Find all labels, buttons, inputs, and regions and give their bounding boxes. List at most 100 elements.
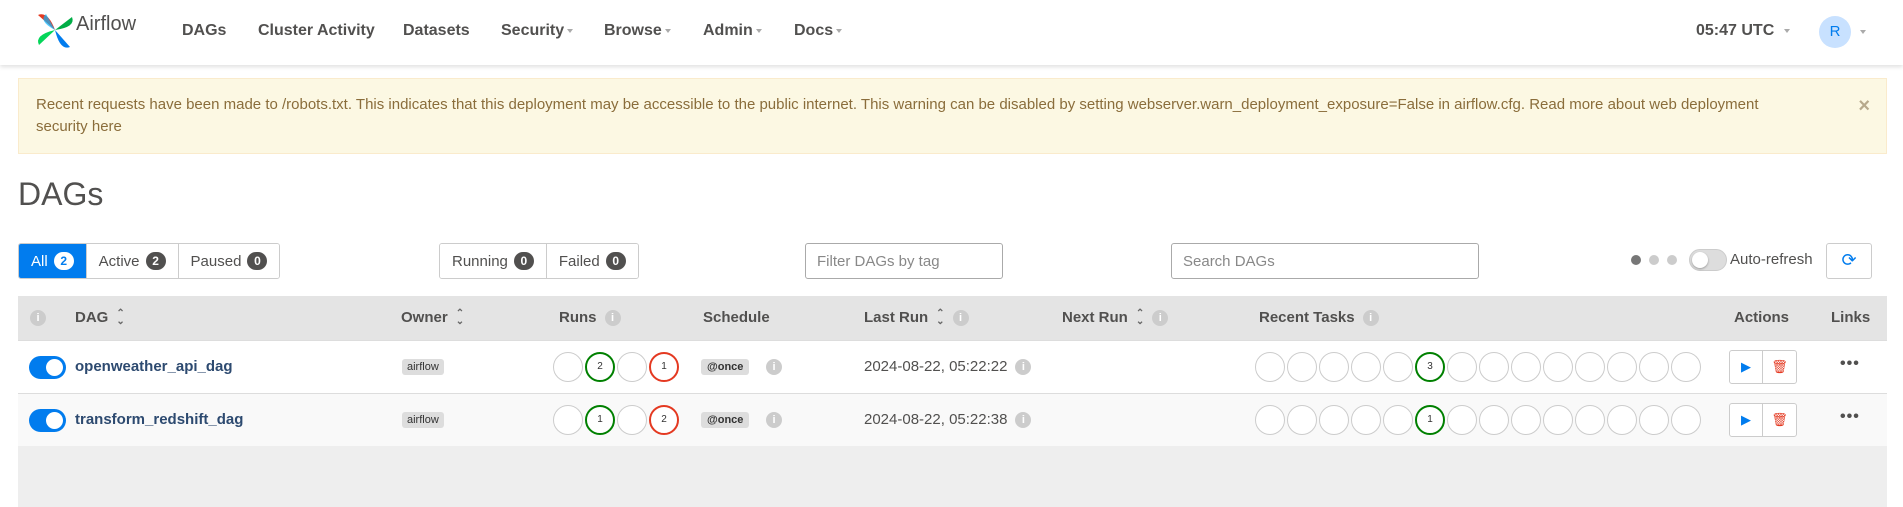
task-state-circle[interactable] [1255, 405, 1285, 435]
tag-filter-input[interactable]: Filter DAGs by tag [805, 243, 1003, 279]
last-run-value: 2024-08-22, 05:22:38 [864, 411, 1008, 428]
task-state-circle[interactable] [1671, 405, 1701, 435]
brand-link[interactable]: Airflow [34, 8, 136, 52]
owner-badge[interactable]: airflow [402, 412, 444, 428]
nav-security[interactable]: Security [501, 22, 574, 40]
task-state-circle[interactable] [1575, 352, 1605, 382]
refresh-button[interactable]: ⟳ [1826, 243, 1872, 279]
task-state-circle[interactable] [1287, 405, 1317, 435]
run-state-circle[interactable] [553, 352, 583, 382]
count-badge: 0 [247, 252, 268, 270]
last-run[interactable]: 2024-08-22, 05:22:38 i [864, 411, 1032, 429]
run-state-circle[interactable]: 1 [649, 352, 679, 382]
nav-docs[interactable]: Docs [794, 22, 843, 40]
user-avatar[interactable]: R [1819, 16, 1851, 48]
nav-datasets[interactable]: Datasets [403, 22, 470, 40]
sort-icon: ⌃ ⌄ [936, 308, 945, 328]
pause-toggle[interactable] [29, 409, 66, 432]
schedule-badge[interactable]: @once [701, 359, 750, 375]
info-icon[interactable]: i [1362, 310, 1379, 327]
run-state-circle[interactable]: 2 [649, 405, 679, 435]
header-dag[interactable]: DAG ⌃ ⌄ [75, 309, 125, 327]
info-icon[interactable]: i [1015, 412, 1032, 429]
task-state-circle[interactable] [1607, 405, 1637, 435]
auto-refresh-toggle[interactable] [1689, 249, 1727, 271]
task-state-circle[interactable] [1511, 352, 1541, 382]
last-run[interactable]: 2024-08-22, 05:22:22 i [864, 358, 1032, 376]
task-state-circle[interactable] [1543, 405, 1573, 435]
schedule-badge[interactable]: @once [701, 412, 750, 428]
task-state-circle[interactable] [1383, 405, 1413, 435]
header-dag-label: DAG [75, 309, 109, 326]
dag-link[interactable]: transform_redshift_dag [75, 411, 243, 428]
caret-down-icon [1860, 30, 1866, 34]
task-state-circle[interactable] [1319, 352, 1349, 382]
run-state-circle[interactable]: 2 [585, 352, 615, 382]
info-icon[interactable]: i [1015, 359, 1032, 376]
recent-tasks-circles: 1 [1255, 405, 1701, 435]
task-state-circle[interactable] [1639, 352, 1669, 382]
nav-dags[interactable]: DAGs [182, 22, 226, 40]
nav-admin[interactable]: Admin [703, 22, 762, 40]
dags-table: i DAG ⌃ ⌄ Owner ⌃ ⌄ Runs i Schedule Last Run ⌃… [18, 296, 1887, 507]
task-state-circle[interactable] [1383, 352, 1413, 382]
info-icon[interactable]: i [952, 310, 969, 327]
header-last-run[interactable]: Last Run ⌃ ⌄ i [864, 308, 969, 328]
header-next-run[interactable]: Next Run ⌃ ⌄ i [1062, 309, 1169, 327]
nav-cluster-activity[interactable]: Cluster Activity [258, 22, 375, 40]
task-state-circle[interactable]: 1 [1415, 405, 1445, 435]
status-filter-group: All 2 Active 2 Paused 0 [18, 243, 281, 279]
task-state-circle[interactable] [1255, 352, 1285, 382]
task-state-circle[interactable] [1607, 352, 1637, 382]
task-state-circle[interactable] [1319, 405, 1349, 435]
task-state-circle[interactable] [1447, 352, 1477, 382]
filter-active[interactable]: Active 2 [86, 244, 179, 278]
owner-badge[interactable]: airflow [402, 359, 444, 375]
delete-dag-button[interactable]: 🗑 [1763, 404, 1796, 436]
task-state-circle[interactable] [1511, 405, 1541, 435]
run-state-circle[interactable] [553, 405, 583, 435]
filter-running[interactable]: Running 0 [440, 244, 547, 278]
ellipsis-icon[interactable]: ••• [1840, 408, 1860, 426]
filter-failed[interactable]: Failed 0 [546, 244, 638, 278]
ellipsis-icon[interactable]: ••• [1840, 355, 1860, 373]
info-icon[interactable]: i [766, 412, 782, 428]
caret-down-icon [1784, 28, 1791, 33]
utc-clock[interactable]: 05:47 UTC [1696, 22, 1791, 40]
task-state-circle[interactable] [1447, 405, 1477, 435]
task-state-circle[interactable] [1351, 405, 1381, 435]
task-state-circle[interactable] [1639, 405, 1669, 435]
task-state-circle[interactable]: 3 [1415, 352, 1445, 382]
trigger-dag-button[interactable]: ▶ [1730, 404, 1763, 436]
task-state-circle[interactable] [1671, 352, 1701, 382]
task-state-circle[interactable] [1351, 352, 1381, 382]
trigger-dag-button[interactable]: ▶ [1730, 351, 1763, 383]
search-input[interactable]: Search DAGs [1171, 243, 1479, 279]
refresh-icon: ⟳ [1841, 250, 1857, 270]
pause-toggle[interactable] [29, 356, 66, 379]
info-icon[interactable]: i [30, 310, 46, 327]
nav-browse[interactable]: Browse [604, 22, 671, 40]
filter-paused[interactable]: Paused 0 [178, 244, 280, 278]
info-icon[interactable]: i [1152, 310, 1169, 327]
header-owner[interactable]: Owner ⌃ ⌄ [401, 309, 464, 327]
task-state-circle[interactable] [1287, 352, 1317, 382]
delete-dag-button[interactable]: 🗑 [1763, 351, 1796, 383]
task-state-circle[interactable] [1575, 405, 1605, 435]
runs-circles: 1 2 [553, 405, 679, 435]
info-icon[interactable]: i [604, 310, 621, 327]
header-owner-label: Owner [401, 309, 448, 326]
filter-all[interactable]: All 2 [19, 244, 87, 278]
run-state-circle[interactable] [617, 405, 647, 435]
nav-dags-label: DAGs [182, 22, 227, 39]
actions-group: ▶ 🗑 [1729, 350, 1797, 384]
close-icon[interactable]: × [1858, 95, 1870, 117]
run-state-circle[interactable] [617, 352, 647, 382]
info-icon[interactable]: i [766, 359, 782, 375]
run-state-circle[interactable]: 1 [585, 405, 615, 435]
dag-link[interactable]: openweather_api_dag [75, 358, 233, 375]
refresh-indicator [1631, 255, 1677, 265]
task-state-circle[interactable] [1479, 352, 1509, 382]
task-state-circle[interactable] [1479, 405, 1509, 435]
task-state-circle[interactable] [1543, 352, 1573, 382]
